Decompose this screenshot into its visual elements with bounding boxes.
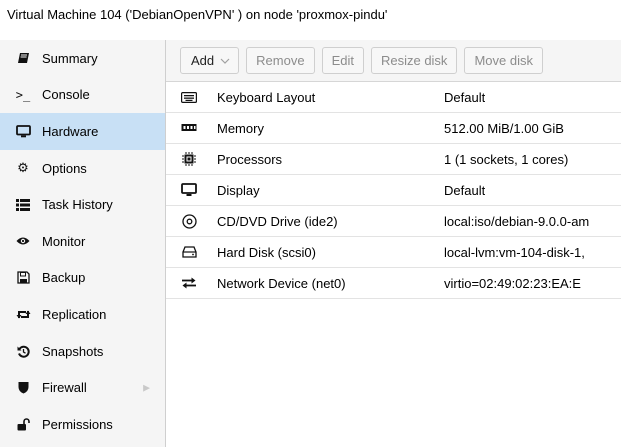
table-row[interactable]: Display Default [166, 175, 621, 206]
sidebar-item-replication[interactable]: Replication [0, 296, 165, 333]
sidebar-item-monitor[interactable]: Monitor [0, 223, 165, 260]
sidebar-item-task-history[interactable]: Task History [0, 186, 165, 223]
row-value: Default [444, 182, 486, 198]
row-label: Processors [217, 151, 283, 167]
cpu-icon [178, 152, 200, 166]
sidebar-item-summary[interactable]: Summary [0, 40, 165, 77]
eye-icon [14, 233, 32, 249]
row-value: virtio=02:49:02:23:EA:E [444, 275, 581, 291]
table-row[interactable]: Network Device (net0) virtio=02:49:02:23… [166, 268, 621, 299]
resize-disk-button[interactable]: Resize disk [370, 47, 458, 74]
sidebar-item-permissions[interactable]: Permissions [0, 406, 165, 443]
sidebar-item-label: Monitor [42, 233, 86, 249]
add-button[interactable]: Add [180, 47, 240, 74]
hardware-toolbar: Add Remove Edit Resize disk Move disk [166, 40, 621, 82]
chevron-down-icon [220, 56, 230, 66]
sidebar-item-hardware[interactable]: Hardware [0, 113, 165, 150]
retweet-icon [14, 306, 32, 322]
row-label: Memory [217, 120, 264, 136]
row-value: 1 (1 sockets, 1 cores) [444, 151, 569, 167]
row-value: local-lvm:vm-104-disk-1, [444, 244, 585, 260]
sidebar-item-label: Permissions [42, 416, 113, 432]
sidebar-item-label: Options [42, 160, 87, 176]
monitor-icon [14, 123, 32, 139]
row-label: CD/DVD Drive (ide2) [217, 213, 338, 229]
sidebar-item-firewall[interactable]: Firewall ▶ [0, 369, 165, 406]
keyboard-icon [178, 91, 200, 103]
sidebar-item-options[interactable]: ⚙ Options [0, 150, 165, 187]
row-value: 512.00 MiB/1.00 GiB [444, 120, 564, 136]
sidebar-item-snapshots[interactable]: Snapshots [0, 333, 165, 370]
table-row[interactable]: Memory 512.00 MiB/1.00 GiB [166, 113, 621, 144]
harddisk-icon [178, 246, 200, 258]
book-icon [14, 50, 32, 66]
sidebar-item-label: Hardware [42, 123, 99, 139]
sidebar-item-label: Firewall [42, 380, 87, 396]
row-value: Default [444, 89, 486, 105]
sidebar-nav: Summary >_ Console Hardware ⚙ Options Ta… [0, 40, 166, 447]
row-value: local:iso/debian-9.0.0-am [444, 213, 590, 229]
sidebar-item-backup[interactable]: Backup [0, 260, 165, 297]
chevron-right-icon: ▶ [143, 382, 150, 393]
move-disk-button[interactable]: Move disk [464, 47, 543, 74]
sidebar-item-label: Replication [42, 306, 107, 322]
gear-icon: ⚙ [17, 160, 29, 176]
table-row[interactable]: Processors 1 (1 sockets, 1 cores) [166, 144, 621, 175]
edit-button[interactable]: Edit [321, 47, 364, 74]
hardware-grid: Keyboard Layout Default Memory 512.00 Mi… [166, 82, 621, 299]
history-icon [14, 343, 32, 359]
sidebar-item-label: Console [42, 87, 90, 103]
sidebar-item-console[interactable]: >_ Console [0, 77, 165, 114]
sidebar-item-label: Backup [42, 270, 86, 286]
table-row[interactable]: CD/DVD Drive (ide2) local:iso/debian-9.0… [166, 206, 621, 237]
row-label: Hard Disk (scsi0) [217, 244, 316, 260]
list-icon [14, 197, 32, 213]
window-title: Virtual Machine 104 ('DebianOpenVPN' ) o… [7, 7, 388, 22]
shield-icon [14, 380, 32, 396]
network-icon [178, 277, 200, 289]
row-label: Keyboard Layout [217, 89, 316, 105]
floppy-icon [14, 270, 32, 286]
display-icon [178, 183, 200, 197]
row-label: Network Device (net0) [217, 275, 346, 291]
sidebar-item-label: Snapshots [42, 343, 104, 359]
terminal-icon: >_ [15, 87, 31, 102]
memory-icon [178, 123, 200, 133]
add-button-label: Add [191, 53, 215, 68]
row-label: Display [217, 182, 260, 198]
remove-button[interactable]: Remove [246, 47, 315, 74]
table-row[interactable]: Hard Disk (scsi0) local-lvm:vm-104-disk-… [166, 237, 621, 268]
sidebar-item-label: Task History [42, 197, 113, 213]
table-row[interactable]: Keyboard Layout Default [166, 82, 621, 113]
cdrom-icon [178, 213, 200, 229]
sidebar-item-label: Summary [42, 50, 98, 66]
unlock-icon [14, 416, 32, 432]
